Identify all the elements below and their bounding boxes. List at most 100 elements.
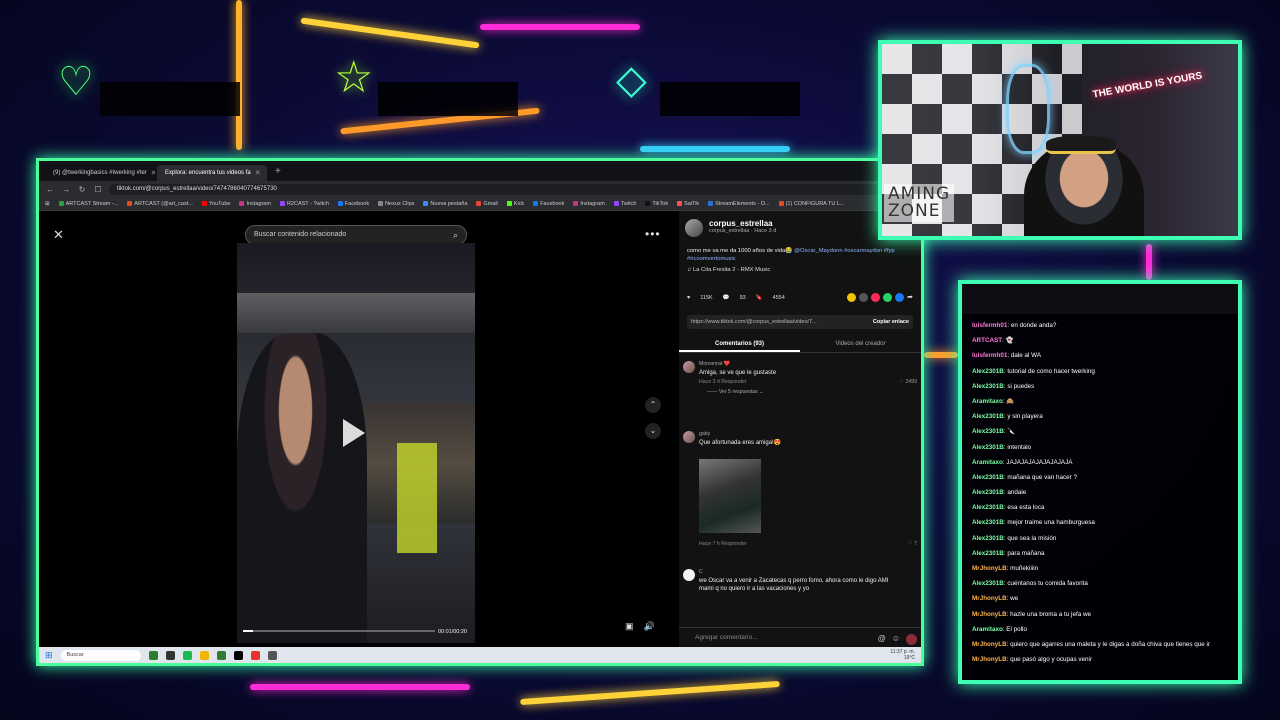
bookmark-item[interactable]: Nueva pestaña (423, 201, 467, 207)
chat-username[interactable]: luisfermh01 (972, 322, 1007, 329)
bookmark-item[interactable]: ARTCAST (@art_cast... (127, 201, 193, 207)
chat-username[interactable]: ARTCAST (972, 337, 1002, 344)
chat-username[interactable]: Aramitaxo (972, 459, 1003, 466)
avatar[interactable] (685, 219, 703, 237)
app-icon[interactable] (165, 650, 175, 660)
chat-username[interactable]: Alex2301B (972, 428, 1004, 435)
comment-likes[interactable]: ♡ 7 (908, 541, 917, 547)
comment-user[interactable]: gaby (699, 431, 710, 437)
bookmark-item[interactable]: Nexus Clips (378, 201, 414, 207)
avatar[interactable] (683, 431, 695, 443)
embed-icon[interactable] (859, 293, 869, 302)
chat-username[interactable]: Alex2301B (972, 489, 1004, 496)
xbox-icon[interactable] (216, 650, 226, 660)
search-input[interactable]: Buscar contenido relacionado ⌕ (245, 225, 467, 245)
browser-tab-active[interactable]: Explora: encuentra tus videos fa ✕ (157, 165, 267, 181)
apps-grid-icon[interactable]: ⊞ (45, 201, 50, 207)
comment-user[interactable]: Monserrat ❤️ (699, 361, 730, 367)
like-icon[interactable]: ♥ (687, 295, 690, 301)
emoji-icon[interactable]: ☺ (892, 634, 900, 645)
file-explorer-icon[interactable] (199, 650, 209, 660)
volume-icon[interactable]: 🔊 (644, 621, 655, 632)
browser-tab[interactable]: (9) @twerkingbasics #twerking #ter ✕ (45, 165, 155, 181)
chat-username[interactable]: Alex2301B (972, 504, 1004, 511)
chat-username[interactable]: Alex2301B (972, 383, 1004, 390)
video-progress-bar[interactable] (243, 630, 435, 632)
close-icon[interactable]: ✕ (255, 169, 261, 177)
bookmark-item[interactable]: SaiTik (677, 201, 699, 207)
chat-username[interactable]: Alex2301B (972, 474, 1004, 481)
chat-username[interactable]: luisfermh01 (972, 352, 1007, 359)
bookmark-item[interactable]: (1) CONFIGURA TU L... (778, 201, 844, 207)
author-name[interactable]: corpus_estrellaa (709, 219, 776, 228)
bookmark-item[interactable]: Instagram (573, 201, 605, 207)
bookmark-item[interactable]: ARTCAST Stream -... (58, 201, 118, 207)
avatar[interactable] (683, 569, 695, 581)
video-player[interactable]: 00:01/00:20 (237, 243, 475, 643)
share-arrow-icon[interactable]: ➦ (907, 293, 913, 302)
chat-username[interactable]: MrJhonyLB (972, 595, 1007, 602)
next-video-icon[interactable]: ⌄ (645, 423, 661, 439)
tab-comments[interactable]: Comentarios (93) (679, 337, 800, 352)
close-icon[interactable]: ✕ (151, 169, 155, 177)
spotify-icon[interactable] (182, 650, 192, 660)
chat-username[interactable]: Alex2301B (972, 413, 1004, 420)
chat-username[interactable]: MrJhonyLB (972, 656, 1007, 663)
app-icon[interactable] (148, 650, 158, 660)
coin-icon[interactable] (847, 293, 857, 302)
tiktok-icon[interactable] (233, 650, 243, 660)
facebook-icon[interactable] (895, 293, 905, 302)
bookmark-item[interactable]: TikTok (645, 201, 668, 207)
chat-username[interactable]: Alex2301B (972, 580, 1004, 587)
brave-icon[interactable] (250, 650, 260, 660)
avatar[interactable] (683, 361, 695, 373)
comment-input[interactable]: Agregar comentario... (695, 634, 895, 641)
mention-icon[interactable]: @ (878, 634, 886, 645)
copy-link-button[interactable]: Copiar enlace (873, 319, 909, 325)
url-field[interactable]: tiktok.com/@corpus_estrellaa/video/74747… (109, 183, 899, 195)
comment-meta[interactable]: Hace 3 d Responder (699, 379, 747, 385)
chat-username[interactable]: MrJhonyLB (972, 611, 1007, 618)
search-icon[interactable]: ⌕ (453, 230, 458, 241)
back-arrow-icon[interactable]: ← (45, 185, 55, 194)
music-title[interactable]: ♫ La Cita Fresita 2 - RMX Music (687, 267, 770, 273)
chat-username[interactable]: Alex2301B (972, 550, 1004, 557)
play-icon[interactable] (343, 419, 365, 447)
reload-icon[interactable]: ↻ (77, 185, 87, 194)
bookmark-item[interactable]: Facebook (533, 201, 564, 207)
windows-start-icon[interactable]: ⊞ (45, 650, 53, 661)
comment-icon[interactable]: 💬 (723, 295, 730, 301)
share-link-field[interactable]: https://www.tiktok.com/@corpus_estrellaa… (687, 315, 913, 329)
comment-meta[interactable]: Hace 7 h Responder (699, 541, 747, 547)
comment-user[interactable]: C (699, 569, 703, 575)
previous-video-icon[interactable]: ⌃ (645, 397, 661, 413)
bookmark-item[interactable]: Facebook (337, 201, 369, 207)
bookmark-item[interactable]: Gmail (476, 201, 498, 207)
bookmark-item[interactable]: YouTube (201, 201, 230, 207)
more-options-icon[interactable]: ••• (645, 227, 661, 241)
author-block[interactable]: corpus_estrellaa corpus_estrellaa · Hace… (685, 219, 776, 237)
forward-arrow-icon[interactable]: → (61, 185, 71, 194)
new-tab-icon[interactable]: + (269, 166, 287, 177)
app-icon[interactable] (267, 650, 277, 660)
chat-username[interactable]: Alex2301B (972, 519, 1004, 526)
chat-username[interactable]: Alex2301B (972, 444, 1004, 451)
pip-icon[interactable]: ▣ (625, 621, 634, 632)
bookmark-item[interactable]: StreamElements - O... (708, 201, 770, 207)
close-icon[interactable]: ✕ (53, 227, 64, 243)
whatsapp-icon[interactable] (883, 293, 893, 302)
bookmark-item[interactable]: R2CAST - Twitch (279, 201, 329, 207)
tab-creator-videos[interactable]: Videos del creador (800, 337, 921, 352)
taskbar-clock[interactable]: 11:37 p. m. 19°C (890, 649, 915, 661)
chat-username[interactable]: MrJhonyLB (972, 641, 1007, 648)
send-icon[interactable] (871, 293, 881, 302)
taskbar-search[interactable]: Buscar (60, 649, 141, 661)
chat-username[interactable]: Aramitaxo (972, 398, 1003, 405)
comment-likes[interactable]: ♡ 2499 (899, 379, 917, 385)
chat-username[interactable]: Alex2301B (972, 368, 1004, 375)
bookmark-item[interactable]: Twitch (613, 201, 636, 207)
chat-username[interactable]: MrJhonyLB (972, 565, 1007, 572)
chat-username[interactable]: Alex2301B (972, 535, 1004, 542)
bookmark-item[interactable]: Instagram (239, 201, 271, 207)
save-icon[interactable]: 🔖 (756, 295, 763, 301)
